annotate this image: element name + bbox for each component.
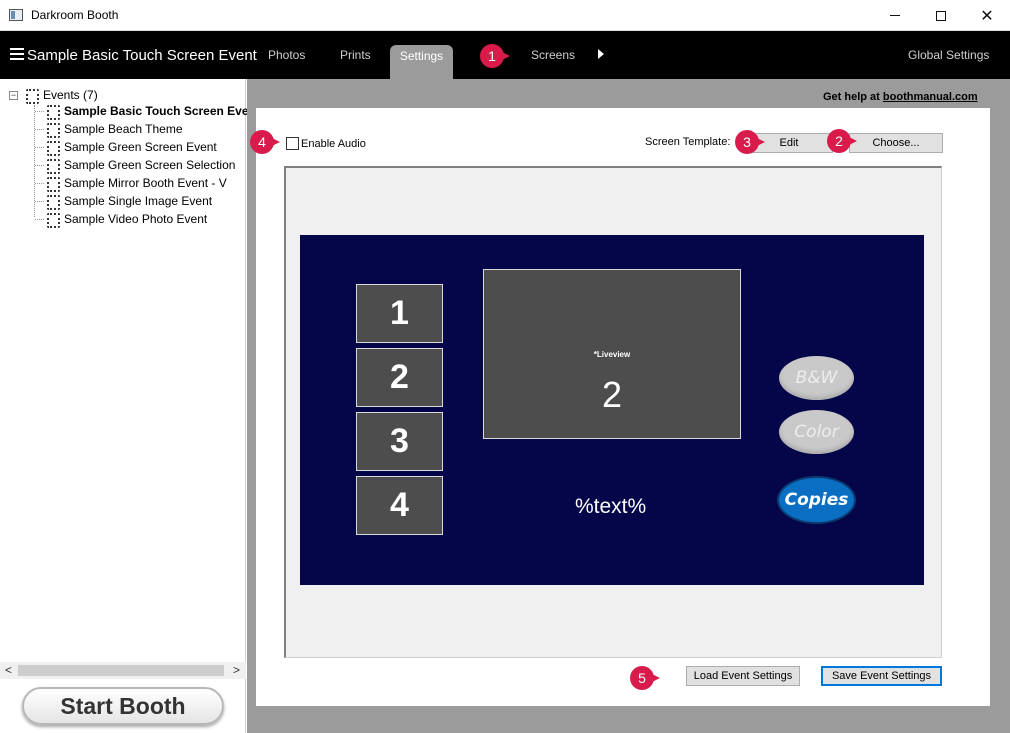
event-icon xyxy=(44,194,60,210)
tree-item-event[interactable]: Sample Green Screen Event xyxy=(44,139,217,156)
callout-marker-2: 2 xyxy=(827,129,857,153)
bw-button: B&W xyxy=(779,356,854,400)
tab-settings[interactable]: Settings xyxy=(390,45,453,79)
tree-item-event[interactable]: Sample Basic Touch Screen Event xyxy=(44,103,260,120)
tree-item-event[interactable]: Sample Green Screen Selection xyxy=(44,157,236,174)
photo-slot-2: 2 xyxy=(356,348,443,407)
callout-marker-4: 4 xyxy=(250,130,280,154)
tree-item-event[interactable]: Sample Video Photo Event xyxy=(44,211,208,228)
color-button: Color xyxy=(779,410,854,454)
tree-item-label: Sample Video Photo Event xyxy=(64,212,208,226)
close-button[interactable]: ✕ xyxy=(964,0,1010,31)
countdown-number: 2 xyxy=(601,374,623,415)
event-title: Sample Basic Touch Screen Event xyxy=(27,47,257,64)
close-icon: ✕ xyxy=(980,7,994,25)
tab-prints[interactable]: Prints xyxy=(340,48,371,62)
callout-marker-1: 1 xyxy=(480,44,510,68)
tree-item-event[interactable]: Sample Mirror Booth Event - V xyxy=(44,175,227,192)
tree-root-events[interactable]: − Events (7) xyxy=(9,88,98,104)
photo-slot-1: 1 xyxy=(356,284,443,343)
tree-item-label: Sample Mirror Booth Event - V xyxy=(64,176,227,190)
tree-item-label: Sample Basic Touch Screen Event xyxy=(64,104,260,118)
text-placeholder: %text% xyxy=(575,495,647,518)
help-link[interactable]: boothmanual.com xyxy=(883,91,978,103)
photo-slot-4: 4 xyxy=(356,476,443,535)
tree-item-label: Sample Single Image Event xyxy=(64,194,213,208)
screen-template-label: Screen Template: xyxy=(645,136,731,148)
save-event-settings-button[interactable]: Save Event Settings xyxy=(821,666,942,686)
hamburger-menu-icon[interactable] xyxy=(10,48,24,60)
title-bar: Darkroom Booth ✕ xyxy=(0,0,1010,31)
scroll-right-icon[interactable]: > xyxy=(233,663,240,677)
tree-item-label: Sample Green Screen Selection xyxy=(64,158,236,172)
start-booth-button[interactable]: Start Booth xyxy=(22,687,224,725)
maximize-icon xyxy=(936,10,946,21)
event-icon xyxy=(44,176,60,192)
collapse-icon[interactable]: − xyxy=(9,90,18,100)
help-text: Get help at boothmanual.com xyxy=(823,91,978,103)
tree-item-event[interactable]: Sample Single Image Event xyxy=(44,193,213,210)
event-icon xyxy=(44,140,60,156)
tree-item-event[interactable]: Sample Beach Theme xyxy=(44,121,183,138)
minimize-icon xyxy=(890,15,900,16)
event-icon xyxy=(44,212,60,228)
copies-button: Copies xyxy=(779,478,854,522)
callout-marker-5: 5 xyxy=(630,666,660,690)
tab-screens[interactable]: Screens xyxy=(531,48,575,62)
liveview-label: *Liveview xyxy=(593,350,631,359)
enable-audio-control[interactable]: Enable Audio xyxy=(286,137,366,150)
event-icon xyxy=(44,104,60,120)
help-prefix: Get help at xyxy=(823,91,883,103)
choose-template-button[interactable]: Choose... xyxy=(849,133,943,153)
callout-marker-3: 3 xyxy=(735,130,765,154)
tree-item-label: Sample Green Screen Event xyxy=(64,140,217,154)
scrollbar-thumb[interactable] xyxy=(18,665,224,676)
global-settings-link[interactable]: Global Settings xyxy=(908,48,989,62)
window-title: Darkroom Booth xyxy=(31,8,119,22)
photo-slot-3: 3 xyxy=(356,412,443,471)
scroll-left-icon[interactable]: < xyxy=(5,663,12,677)
minimize-button[interactable] xyxy=(872,0,918,31)
horizontal-scrollbar[interactable]: < > xyxy=(0,662,246,679)
maximize-button[interactable] xyxy=(918,0,964,31)
enable-audio-checkbox[interactable] xyxy=(286,137,299,150)
next-tab-arrow-icon[interactable] xyxy=(598,49,604,59)
event-icon xyxy=(23,88,39,104)
liveview-box: *Liveview 2 xyxy=(483,269,741,439)
tab-photos[interactable]: Photos xyxy=(268,48,305,62)
event-icon xyxy=(44,122,60,138)
tree-root-label: Events (7) xyxy=(43,88,98,102)
app-icon xyxy=(9,9,23,21)
load-event-settings-button[interactable]: Load Event Settings xyxy=(686,666,800,686)
enable-audio-label: Enable Audio xyxy=(301,137,366,150)
event-icon xyxy=(44,158,60,174)
tree-item-label: Sample Beach Theme xyxy=(64,122,183,136)
events-tree-panel: − Events (7) Sample Basic Touch Screen E… xyxy=(0,79,260,733)
